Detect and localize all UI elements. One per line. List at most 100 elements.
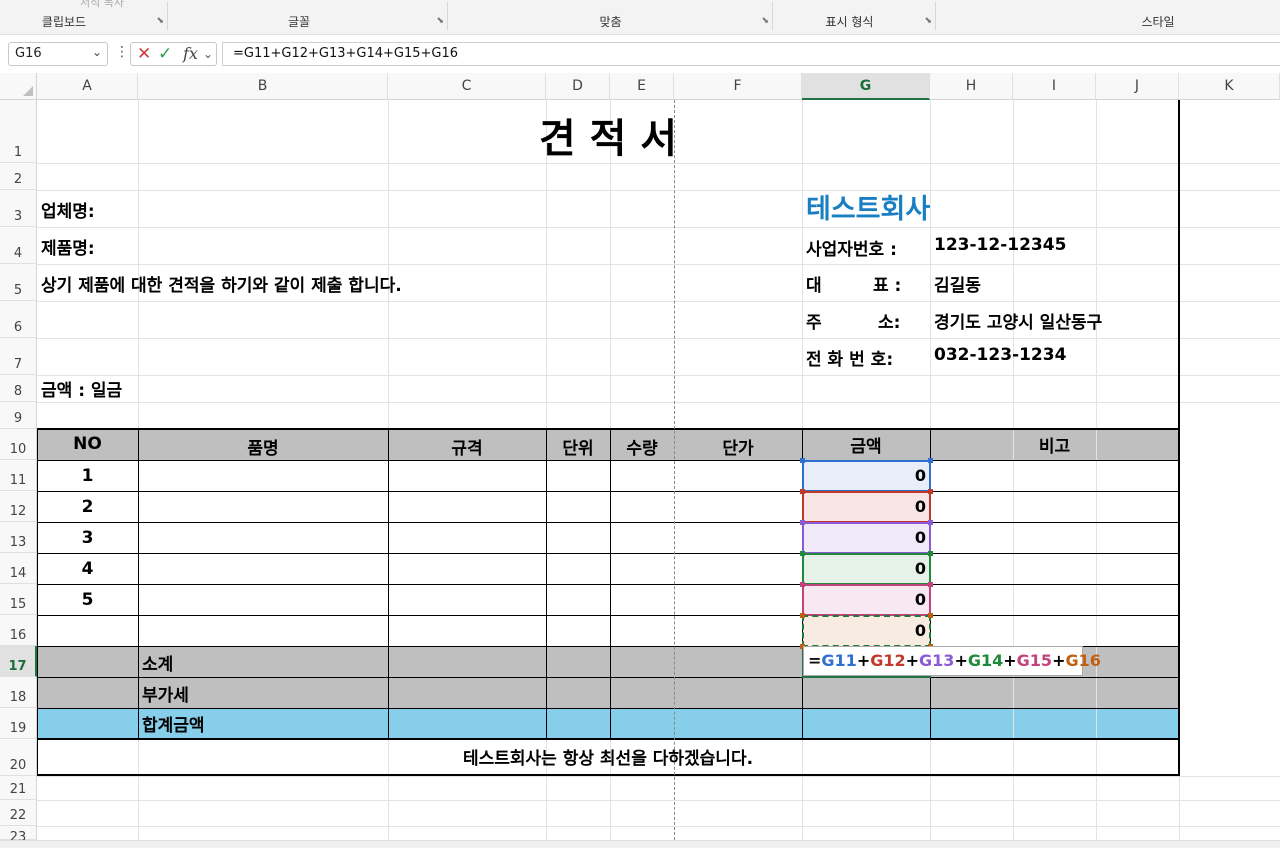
page-break-line <box>674 100 675 840</box>
column-header-a[interactable]: A <box>37 73 138 100</box>
phone-value[interactable]: 032-123-1234 <box>934 345 1066 365</box>
insert-function-icon[interactable]: fx <box>183 44 198 63</box>
enter-check-icon[interactable]: ✓ <box>158 44 172 64</box>
formula-plus: + <box>954 651 968 670</box>
dialog-launcher-icon[interactable]: ⬊ <box>436 16 444 26</box>
dialog-launcher-icon[interactable]: ⬊ <box>924 16 932 26</box>
name-box[interactable]: G16 ⌄ <box>8 42 108 66</box>
dialog-launcher-icon[interactable]: ⬊ <box>156 16 164 26</box>
business-no-value[interactable]: 123-12-12345 <box>934 235 1066 255</box>
column-header-f[interactable]: F <box>674 73 802 100</box>
row-header-16[interactable]: 16 <box>0 615 37 646</box>
ribbon-group-alignment: 맞춤 ⬊ <box>448 0 773 34</box>
row-header-2[interactable]: 2 <box>0 163 37 190</box>
name-box-value: G16 <box>15 46 42 61</box>
ribbon-group-styles: 스타일 <box>936 0 1280 34</box>
row-header-23[interactable]: 23 <box>0 826 37 845</box>
formula-input[interactable]: =G11+G12+G13+G14+G15+G16 <box>222 42 1280 66</box>
item-no[interactable]: 4 <box>37 559 138 579</box>
row-header-17[interactable]: 17 <box>0 646 37 677</box>
ref-box-g11 <box>802 460 931 492</box>
row-header-8[interactable]: 8 <box>0 375 37 402</box>
column-header-k[interactable]: K <box>1179 73 1280 100</box>
col-no-header[interactable]: NO <box>37 434 138 454</box>
total-label[interactable]: 합계금액 <box>142 711 205 736</box>
address-label-suffix[interactable]: 소: <box>878 308 900 333</box>
formula-plus: + <box>1003 651 1017 670</box>
row-header-6[interactable]: 6 <box>0 301 37 338</box>
company-name[interactable]: 테스트회사 <box>806 187 930 226</box>
chevron-down-icon[interactable]: ⌄ <box>92 45 102 59</box>
ceo-label-suffix[interactable]: 표 : <box>873 271 901 296</box>
phone-label[interactable]: 전 화 번 호: <box>806 345 893 370</box>
row-header-13[interactable]: 13 <box>0 522 37 553</box>
row-header-22[interactable]: 22 <box>0 800 37 826</box>
ribbon-group-label: 클립보드 <box>41 15 87 29</box>
item-no[interactable]: 1 <box>37 466 138 486</box>
ceo-label[interactable]: 대 <box>806 271 822 296</box>
item-no[interactable]: 3 <box>37 528 138 548</box>
ribbon-group-number: 표시 형식 ⬊ <box>773 0 936 34</box>
vendor-label[interactable]: 업체명: <box>41 197 95 222</box>
row-header-21[interactable]: 21 <box>0 776 37 800</box>
row-header-7[interactable]: 7 <box>0 338 37 375</box>
amount-label[interactable]: 금액 : 일금 <box>41 376 122 401</box>
cancel-icon[interactable]: ✕ <box>137 44 151 64</box>
col-amount-header[interactable]: 금액 <box>802 432 930 457</box>
col-qty-header[interactable]: 수량 <box>610 434 674 459</box>
select-all-button[interactable] <box>0 73 37 100</box>
row-header-3[interactable]: 3 <box>0 190 37 227</box>
col-spec-header[interactable]: 규격 <box>388 434 546 459</box>
col-item-header[interactable]: 품명 <box>138 434 388 459</box>
ceo-name[interactable]: 김길동 <box>934 271 981 296</box>
address-label[interactable]: 주 <box>806 308 822 333</box>
row-header-15[interactable]: 15 <box>0 584 37 615</box>
column-header-i[interactable]: I <box>1013 73 1096 100</box>
subtotal-label[interactable]: 소계 <box>142 650 173 675</box>
footer-message[interactable]: 테스트회사는 항상 최선을 다하겠습니다. <box>37 744 1179 769</box>
ribbon-group-clipboard: 클립보드 ⬊ <box>0 0 168 34</box>
row-header-1[interactable]: 1 <box>0 100 37 163</box>
column-header-h[interactable]: H <box>930 73 1013 100</box>
more-options-icon[interactable]: ⋮ <box>115 44 129 60</box>
row-header-9[interactable]: 9 <box>0 402 37 429</box>
formula-ref-g15: G15 <box>1016 651 1053 670</box>
column-header-g[interactable]: G <box>802 73 930 100</box>
row-header-12[interactable]: 12 <box>0 491 37 522</box>
column-header-b[interactable]: B <box>138 73 388 100</box>
column-header-j[interactable]: J <box>1096 73 1179 100</box>
ref-box-g16 <box>802 615 931 647</box>
vat-label[interactable]: 부가세 <box>142 681 189 706</box>
submit-sentence[interactable]: 상기 제품에 대한 견적을 하기와 같이 제출 합니다. <box>41 271 402 296</box>
col-unit-header[interactable]: 단위 <box>546 434 610 459</box>
formula-ref-g12: G12 <box>870 651 906 670</box>
row-header-10[interactable]: 10 <box>0 429 37 460</box>
row-header-20[interactable]: 20 <box>0 739 37 776</box>
ribbon-group-font: 글꼴 ⬊ <box>168 0 448 34</box>
ref-box-g13 <box>802 522 931 554</box>
item-no[interactable]: 5 <box>37 590 138 610</box>
row-header-11[interactable]: 11 <box>0 460 37 491</box>
col-price-header[interactable]: 단가 <box>674 434 802 459</box>
column-header-c[interactable]: C <box>388 73 546 100</box>
cell-formula-editor[interactable]: =G11+G12+G13+G14+G15+G16 <box>803 646 1101 676</box>
column-header-d[interactable]: D <box>546 73 610 100</box>
item-no[interactable]: 2 <box>37 497 138 517</box>
formula-equals: = <box>808 651 822 670</box>
row-header-4[interactable]: 4 <box>0 227 37 264</box>
row-header-19[interactable]: 19 <box>0 708 37 739</box>
row-header-18[interactable]: 18 <box>0 677 37 708</box>
formula-ref-g14: G14 <box>967 651 1004 670</box>
address-value[interactable]: 경기도 고양시 일산동구 <box>934 308 1102 333</box>
row-header-5[interactable]: 5 <box>0 264 37 301</box>
product-label[interactable]: 제품명: <box>41 234 95 259</box>
col-note-header[interactable]: 비고 <box>930 432 1179 457</box>
worksheet-grid[interactable]: 견 적 서 업체명: 제품명: 상기 제품에 대한 견적을 하기와 같이 제출 … <box>37 100 1280 840</box>
row-header-14[interactable]: 14 <box>0 553 37 584</box>
page-title[interactable]: 견 적 서 <box>37 106 1179 164</box>
business-no-label[interactable]: 사업자번호 : <box>806 235 897 260</box>
dialog-launcher-icon[interactable]: ⬊ <box>761 16 769 26</box>
column-header-e[interactable]: E <box>610 73 674 100</box>
chevron-down-icon[interactable]: ⌄ <box>203 47 213 61</box>
formula-plus: + <box>1052 651 1066 670</box>
